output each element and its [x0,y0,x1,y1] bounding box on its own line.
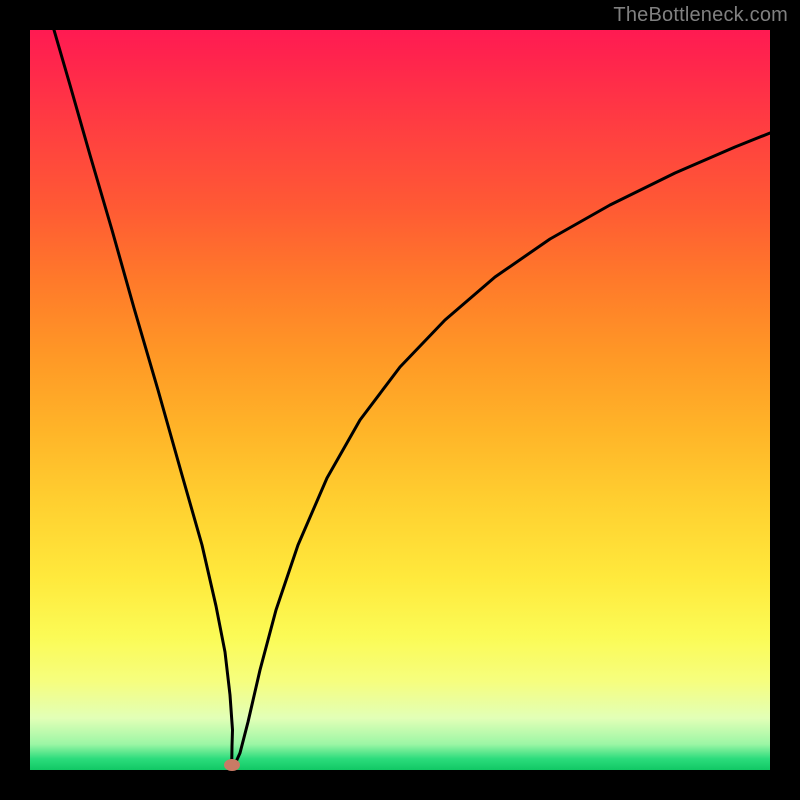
watermark-text: TheBottleneck.com [613,4,788,27]
bottleneck-curve [30,30,770,770]
optimal-point-marker [224,759,240,771]
plot-area [30,30,770,770]
curve-path [54,30,770,765]
chart-container: TheBottleneck.com [0,0,800,800]
